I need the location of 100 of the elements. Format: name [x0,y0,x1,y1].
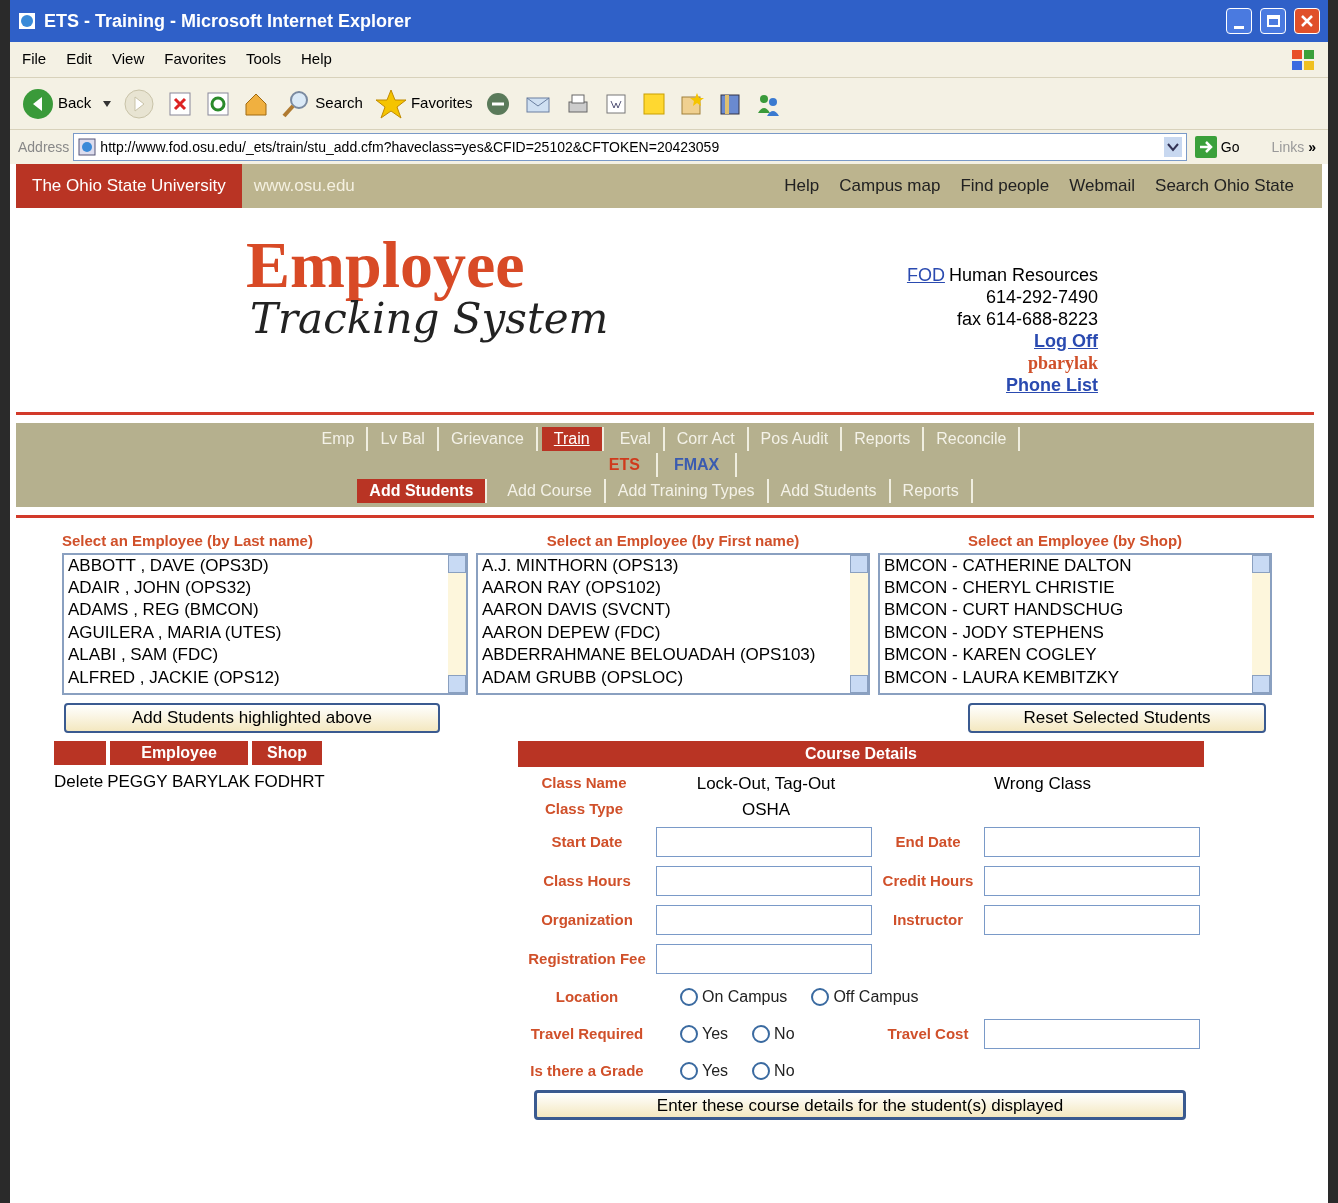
search-button[interactable]: Search [281,88,363,119]
menu-item[interactable]: Edit [66,48,93,71]
radio-button[interactable] [680,988,698,1006]
list-option[interactable]: BMCON - JODY STEPHENS [884,621,1248,645]
list-option[interactable]: ADAIR , JOHN (OPS32) [68,576,444,600]
list-option[interactable]: ALABI , SAM (FDC) [68,644,444,667]
radio-button[interactable] [752,1062,771,1080]
employee-list[interactable]: A.J. MINTHORN (OPS13) AARON RAY (OPS102) AARON DAVIS (SVCNT) AARON DEPEW (FDC) ABDERRAHMANE BELOUADAH (OPS103) ADAM GRUBB (OPSLOC) [476,552,870,695]
input-field[interactable] [656,944,872,974]
class-type-value: OSHA [740,798,792,821]
scrollbar[interactable] [850,554,868,693]
header-cell [54,740,106,765]
list-title: Select an Employee (by Shop) [967,531,1183,551]
browser-icon [18,12,36,30]
org-link[interactable]: FOD [906,264,945,286]
input-field[interactable] [984,905,1200,935]
column-header: Shop [252,740,322,765]
reset-students-button[interactable]: Reset Selected Students [968,702,1266,733]
list-option[interactable]: BMCON - LAURA KEMBITZKY [884,666,1248,689]
field-label: Travel Required [529,1023,645,1044]
list-option[interactable]: BMCON - CURT HANDSCHUG [884,599,1248,622]
radio-option[interactable]: Yes [680,1022,729,1046]
radio-option[interactable]: No [752,1022,795,1046]
submit-button[interactable]: Enter these course details for the student(s) displayed [534,1089,1186,1120]
menu-item[interactable]: File [22,48,47,71]
list-option[interactable]: ABDERRAHMANE BELOUADAH (OPS103) [482,644,846,667]
field-label: Start Date [550,831,624,852]
header-link[interactable]: Campus map [839,173,941,199]
phone-list-link[interactable]: Phone List [1006,374,1098,396]
org-name: Human Resources [948,264,1098,286]
radio-option[interactable]: Yes [680,1059,729,1083]
list-option[interactable]: ADAMS , REG (BMCON) [68,599,444,622]
dropdown-caret-icon[interactable] [103,100,112,107]
input-field[interactable] [984,827,1200,857]
list-option[interactable]: AGUILERA , MARIA (UTES) [68,621,444,645]
list-option[interactable]: ADAM GRUBB (OPSLOC) [482,666,846,689]
radio-option[interactable]: On Campus [680,985,788,1009]
scrollbar[interactable] [448,554,466,693]
field-label: Registration Fee [527,948,647,969]
menu-item[interactable]: Favorites [164,48,226,71]
header-link[interactable]: Search Ohio State [1155,173,1294,199]
field-label: Instructor [892,909,964,930]
sub-tab[interactable]: Add Students [357,479,488,503]
input-field[interactable] [656,827,872,857]
input-field[interactable] [656,866,872,896]
radio-button[interactable] [752,1025,771,1043]
stop-icon[interactable] [167,90,194,117]
list-option[interactable]: ALFRED , JACKIE (OPS12) [68,666,444,689]
employee-list[interactable]: ABBOTT , DAVE (OPS3D) ADAIR , JOHN (OPS32) ADAMS , REG (BMCON) AGUILERA , MARIA (UTES) ALABI , SAM (FDC) ALFRED , JACKIE (OPS12) [62,552,468,695]
field-label: End Date [894,831,962,852]
header-link[interactable]: Webmail [1069,173,1136,199]
input-field[interactable] [984,866,1200,896]
class-name-value: Lock-Out, Tag-Out [695,772,837,795]
fax-number: fax 614-688-8223 [956,308,1098,330]
address-field[interactable]: http://www.fod.osu.edu/_ets/train/stu_add.cfm?haveclass=yes&CFID=25102&CFTOKEN=20423059 [73,133,1187,161]
list-option[interactable]: AARON DEPEW (FDC) [482,621,846,645]
back-button[interactable]: Back [22,87,92,120]
wrong-class-link[interactable]: Wrong Class [994,770,1091,797]
delete-link[interactable]: Delete [54,768,104,794]
list-option[interactable]: AARON RAY (OPS102) [482,576,846,600]
input-field[interactable] [656,905,872,935]
more-links-button[interactable]: » [1308,136,1320,158]
list-option[interactable]: ABBOTT , DAVE (OPS3D) [68,554,444,577]
field-label: Credit Hours [881,870,975,891]
close-button[interactable] [1294,8,1320,34]
list-option[interactable]: BMCON - CHERYL CHRISTIE [884,576,1248,600]
field-label: Location [554,986,620,1007]
list-option[interactable]: BMCON - CATHERINE DALTON [884,554,1248,577]
radio-option[interactable]: No [752,1059,795,1083]
scrollbar[interactable] [1252,554,1270,693]
list-option[interactable]: AARON DAVIS (SVCNT) [482,599,846,622]
header-link[interactable]: Find people [960,173,1050,199]
university-link[interactable]: The Ohio State University [16,164,242,208]
minimize-button[interactable] [1226,8,1252,34]
employee-list[interactable]: BMCON - CATHERINE DALTON BMCON - CHERYL CHRISTIE BMCON - CURT HANDSCHUG BMCON - JODY STEPHENS BMCON - KAREN COGLEY BMCON - LAURA KEMBITZKY [878,552,1272,695]
table-cell-text: FODHRT [254,770,325,793]
address-label: Address [18,137,70,157]
radio-button[interactable] [811,988,830,1006]
go-button[interactable]: Go [1190,136,1244,158]
input-field[interactable] [984,1019,1200,1049]
maximize-button[interactable] [1260,8,1286,34]
menu-item[interactable]: Help [301,48,332,71]
field-label: Class Hours [542,870,632,891]
header-link[interactable]: Help [784,173,820,199]
close-icon [1301,15,1313,27]
list-title: Select an Employee (by Last name) [62,531,313,551]
list-title: Select an Employee (by First name) [546,531,800,551]
radio-button[interactable] [680,1062,698,1080]
menu-item[interactable]: View [112,48,145,71]
log-off-link[interactable]: Log Off [1034,330,1098,352]
favorites-button[interactable]: Favorites [374,87,473,120]
menu-item[interactable]: Tools [245,48,281,71]
list-option[interactable]: BMCON - KAREN COGLEY [884,644,1248,667]
add-students-button[interactable]: Add Students highlighted above [64,702,440,733]
column-header: Employee [110,740,248,765]
radio-option[interactable]: Off Campus [811,985,919,1009]
radio-button[interactable] [680,1025,698,1043]
dropdown-caret-icon[interactable] [1163,137,1182,157]
list-option[interactable]: A.J. MINTHORN (OPS13) [482,554,846,577]
nav-tab[interactable]: Train [541,427,604,451]
